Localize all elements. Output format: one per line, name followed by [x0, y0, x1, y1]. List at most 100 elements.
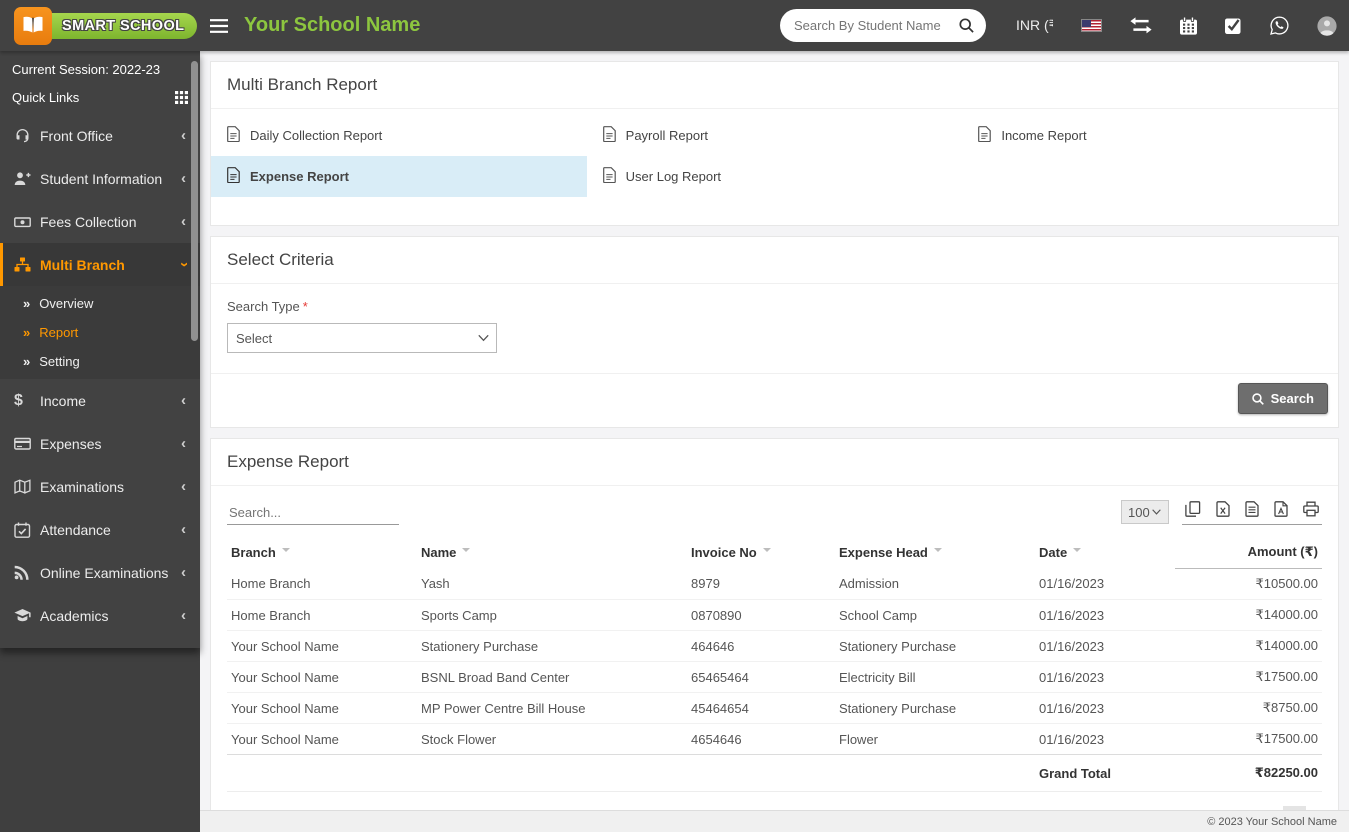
required-asterisk: * [302, 299, 308, 314]
pdf-export-icon[interactable] [1274, 501, 1288, 517]
chevron-left-icon: ‹ [181, 478, 186, 495]
search-icon[interactable] [959, 18, 974, 33]
sidebar-item-lesson-plan[interactable]: Lesson Plan‹ [0, 637, 200, 648]
chevron-left-icon: ‹ [181, 607, 186, 624]
logo-book-icon [14, 6, 52, 45]
current-session-label: Current Session: 2022-23 [12, 62, 161, 77]
sort-caret-icon [762, 547, 771, 556]
file-icon [978, 126, 992, 145]
card-title: Expense Report [211, 439, 1338, 486]
quick-links-label: Quick Links [12, 90, 80, 105]
app-logo[interactable]: SMART SCHOOL [0, 0, 200, 51]
card-title: Select Criteria [211, 237, 1338, 284]
currency-label[interactable]: INR (₹) [1016, 17, 1053, 34]
link-payroll-report[interactable]: Payroll Report [587, 115, 963, 156]
double-angle-icon: » [23, 325, 31, 340]
table-row[interactable]: Home Branch Yash 8979 Admission 01/16/2023 ₹1… [227, 568, 1322, 600]
chevron-left-icon: ‹ [181, 435, 186, 452]
dollar-icon: $ [14, 391, 23, 409]
column-header-amount[interactable]: Amount (₹) [1175, 535, 1322, 569]
double-angle-icon: » [23, 296, 31, 311]
file-icon [227, 126, 240, 145]
language-flag-icon[interactable] [1081, 19, 1102, 32]
table-row[interactable]: Your School Name BSNL Broad Band Center 65… [227, 661, 1322, 693]
chevron-left-icon: ‹ [181, 213, 186, 230]
credit-card-icon [14, 436, 40, 451]
copy-icon[interactable] [1185, 501, 1201, 517]
column-header-expense-head[interactable]: Expense Head [835, 535, 1035, 569]
table-row[interactable]: Your School Name Stock Flower 4654646 Flowe… [227, 723, 1322, 755]
submenu-item-report[interactable]: » Report [0, 318, 200, 347]
sidebar-item-fees-collection[interactable]: Fees Collection ‹ [0, 200, 200, 243]
file-icon [227, 167, 240, 186]
submenu-item-setting[interactable]: » Setting [0, 347, 200, 376]
top-header: SMART SCHOOL Your School Name INR (₹) [0, 0, 1349, 51]
sidebar-item-online-examinations[interactable]: Online Examinations ‹ [0, 551, 200, 594]
export-toolbar [1182, 499, 1322, 525]
link-expense-report[interactable]: Expense Report [211, 156, 587, 197]
table-search-input[interactable] [227, 501, 399, 525]
sidebar-item-multi-branch[interactable]: Multi Branch ‹ [0, 243, 200, 286]
excel-export-icon[interactable] [1216, 501, 1230, 517]
main-content: Multi Branch Report Daily Collection Rep… [200, 51, 1349, 810]
page-footer: © 2023 Your School Name [200, 810, 1349, 832]
print-icon[interactable] [1303, 501, 1319, 517]
table-header-row: Branch Name Invoice No Expense Head Date… [227, 535, 1322, 569]
sort-caret-icon [281, 547, 290, 556]
chevron-left-icon: ‹ [181, 392, 186, 409]
multi-branch-submenu: » Overview » Report » Setting [0, 286, 200, 379]
user-plus-icon [14, 171, 40, 186]
sidebar-item-income[interactable]: $ Income ‹ [0, 379, 200, 422]
grand-total-value: ₹82250.00 [1175, 754, 1322, 792]
grand-total-row: Grand Total ₹82250.00 [227, 754, 1322, 792]
link-user-log-report[interactable]: User Log Report [587, 156, 963, 197]
sidebar-item-examinations[interactable]: Examinations ‹ [0, 465, 200, 508]
table-row[interactable]: Home Branch Sports Camp 0870890 School Camp… [227, 599, 1322, 631]
sidebar-item-expenses[interactable]: Expenses ‹ [0, 422, 200, 465]
sidebar-item-student-information[interactable]: Student Information ‹ [0, 157, 200, 200]
sidebar-item-attendance[interactable]: Attendance ‹ [0, 508, 200, 551]
csv-export-icon[interactable] [1245, 501, 1259, 517]
menu-toggle-icon[interactable] [210, 18, 228, 33]
submenu-item-overview[interactable]: » Overview [0, 289, 200, 318]
sidebar-scrollbar[interactable] [191, 61, 198, 341]
search-button[interactable]: Search [1237, 383, 1328, 414]
column-header-invoice-no[interactable]: Invoice No [687, 535, 835, 569]
multi-branch-report-card: Multi Branch Report Daily Collection Rep… [210, 61, 1339, 226]
link-income-report[interactable]: Income Report [962, 115, 1338, 156]
sidebar-menu: Current Session: 2022-23 Quick Links Fro… [0, 51, 200, 648]
page-size-select[interactable]: 100 [1121, 500, 1169, 524]
copyright-text: © 2023 Your School Name [1207, 815, 1337, 828]
student-search-input[interactable] [792, 17, 959, 34]
sidebar-item-front-office[interactable]: Front Office ‹ [0, 114, 200, 157]
link-daily-collection-report[interactable]: Daily Collection Report [211, 115, 587, 156]
table-row[interactable]: Your School Name Stationery Purchase 46464… [227, 630, 1322, 662]
grand-total-label: Grand Total [1035, 754, 1175, 792]
select-criteria-card: Select Criteria Search Type * Select Sear… [210, 236, 1339, 428]
sidebar-item-academics[interactable]: Academics ‹ [0, 594, 200, 637]
column-header-name[interactable]: Name [417, 535, 687, 569]
whatsapp-icon[interactable] [1270, 16, 1289, 35]
sitemap-icon [14, 257, 40, 272]
chevron-left-icon: ‹ [181, 170, 186, 187]
graduation-cap-icon [14, 608, 40, 623]
double-angle-icon: » [23, 354, 31, 369]
sidebar: Current Session: 2022-23 Quick Links Fro… [0, 51, 200, 832]
column-header-branch[interactable]: Branch [227, 535, 417, 569]
headset-icon [14, 128, 40, 144]
todo-check-icon[interactable] [1225, 17, 1242, 34]
calendar-icon[interactable] [1180, 16, 1197, 35]
table-row[interactable]: Your School Name MP Power Centre Bill Hou… [227, 692, 1322, 724]
chevron-left-icon: ‹ [181, 564, 186, 581]
student-search-box [780, 9, 986, 42]
branch-switch-icon[interactable] [1130, 17, 1152, 34]
sort-caret-icon [1073, 547, 1082, 556]
search-type-label: Search Type * [227, 299, 308, 314]
user-avatar[interactable] [1317, 15, 1337, 36]
column-header-date[interactable]: Date [1035, 535, 1175, 569]
chevron-left-icon: ‹ [181, 127, 186, 144]
quick-links-grid-icon[interactable] [175, 91, 188, 104]
sort-caret-icon [462, 547, 471, 556]
search-type-select[interactable]: Select [227, 323, 497, 353]
file-icon [602, 126, 616, 145]
